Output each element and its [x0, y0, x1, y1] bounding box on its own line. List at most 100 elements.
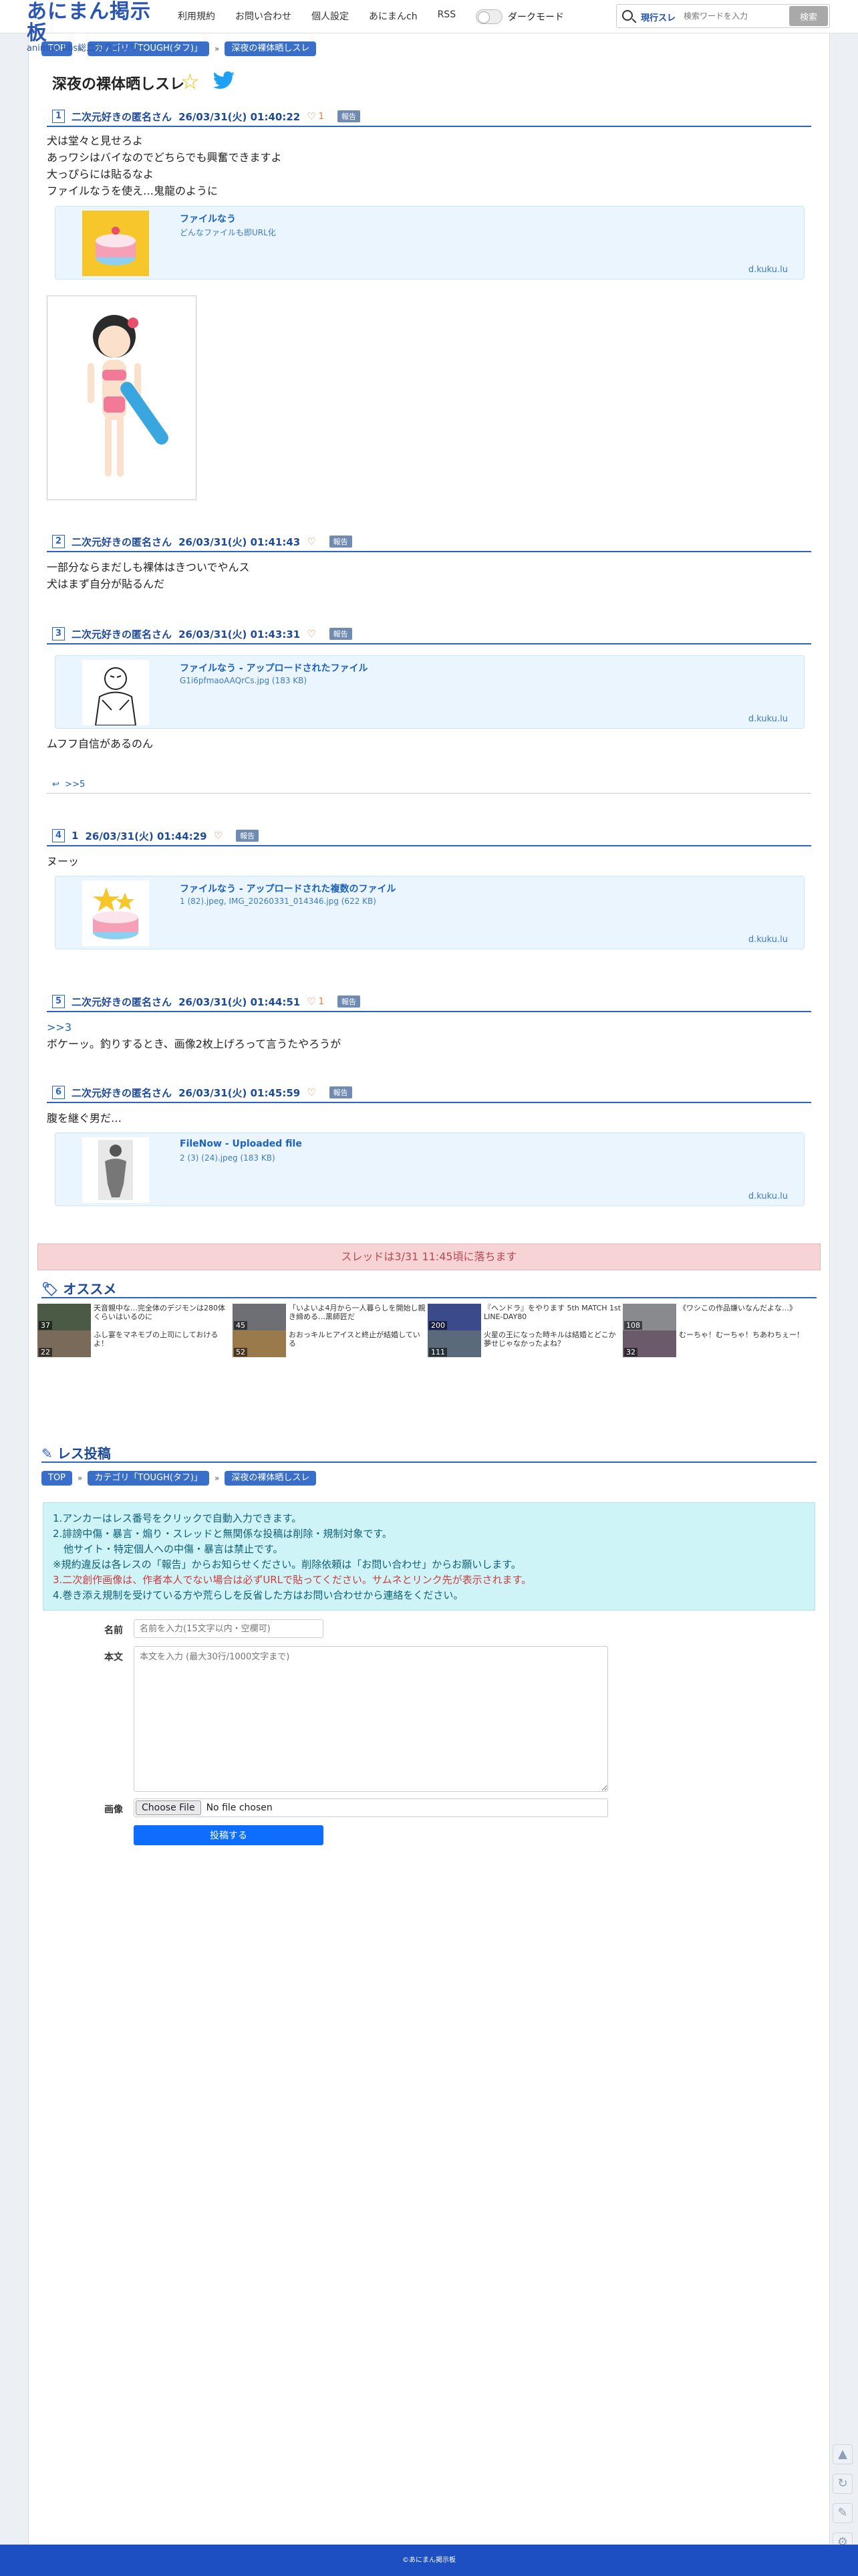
dark-mode-label: ダークモード — [508, 12, 564, 23]
recommend-thumbnail: 52 — [233, 1330, 286, 1357]
post-header: 4 1 26/03/31(火) 01:44:29 ♡ 報告 — [47, 826, 811, 846]
tag-icon: 🏷 — [41, 1281, 59, 1297]
post-line: ファイルなうを使え…鬼龍のように — [47, 185, 219, 197]
body-textarea[interactable] — [134, 1646, 608, 1792]
recommend-item[interactable]: 37 天音親中な…完全体のデジモンは280体くらいはいるのに — [37, 1304, 231, 1330]
file-domain: d.kuku.lu — [748, 935, 788, 945]
like-heart-icon[interactable]: ♡ — [307, 996, 315, 1008]
recommend-thumbnail: 22 — [37, 1330, 91, 1357]
post-header: 2 二次元好きの匿名さん 26/03/31(火) 01:41:43 ♡ 報告 — [47, 532, 811, 552]
recommend-heading: 🏷 オススメ — [41, 1278, 116, 1298]
file-description: どんなファイルも即URL化 — [180, 228, 276, 237]
breadcrumb-separator: » — [214, 1474, 220, 1483]
site-logo[interactable]: あにまん掲示板 animan bbs総二次元オンリー — [27, 1, 167, 53]
post-body: 犬は堂々と見せろよ あっワシはバイなのでどちらでも興奮できますよ 大っぴらには貼… — [47, 132, 282, 199]
post-form-heading: ✎ レス投稿 — [41, 1443, 111, 1462]
post-header: 5 二次元好きの匿名さん 26/03/31(火) 01:44:51 ♡ 1 報告 — [47, 992, 811, 1012]
post-number[interactable]: 2 — [52, 535, 65, 548]
submit-button[interactable]: 投稿する — [134, 1825, 323, 1845]
nav-settings[interactable]: 個人設定 — [311, 9, 349, 23]
recommend-text: 『ヘンドラ』をやります 5th MATCH 1st LINE-DAY80 — [484, 1304, 621, 1321]
recommend-item[interactable]: 45 「いよいよ4月から一人暮らしを開始し親き締める…黒師匠だ — [233, 1304, 426, 1330]
file-title: ファイルなう — [180, 214, 236, 225]
search-scope[interactable]: 現行スレ — [641, 11, 676, 23]
post-number[interactable]: 4 — [52, 829, 65, 842]
nav-contact[interactable]: お問い合わせ — [235, 9, 291, 23]
post-body: ムフフ自信があるのん — [47, 735, 153, 752]
post-body: >>3 ボケーッ。釣りするとき、画像2枚上げろって言うたやろうが — [47, 1019, 341, 1052]
reply-anchor[interactable]: >>3 — [47, 1019, 341, 1036]
file-description: G1i6pfmaoAAQrCs.jpg (183 KB) — [180, 676, 307, 685]
report-button[interactable]: 報告 — [329, 628, 352, 640]
scroll-top-icon[interactable]: ▲ — [833, 2444, 853, 2464]
choose-file-button[interactable]: Choose File — [136, 1800, 201, 1815]
twitter-share-icon[interactable] — [212, 71, 235, 91]
post-date: 26/03/31(火) 01:44:29 — [85, 830, 207, 842]
file-link-card[interactable]: ファイルなう どんなファイルも即URL化 d.kuku.lu — [55, 206, 805, 279]
like-heart-icon[interactable]: ♡ — [307, 110, 315, 122]
report-button[interactable]: 報告 — [337, 996, 360, 1008]
post-date: 26/03/31(火) 01:40:22 — [178, 110, 301, 123]
rule-line: ※規約違反は各レスの「報告」からお知らせください。削除依頼は「お問い合わせ」から… — [53, 1558, 521, 1570]
post-image[interactable] — [47, 296, 196, 500]
post-line: 一部分ならまだしも裸体はきついでやんス — [47, 561, 250, 574]
divider — [47, 793, 811, 794]
post-header: 6 二次元好きの匿名さん 26/03/31(火) 01:45:59 ♡ 報告 — [47, 1083, 811, 1103]
breadcrumb-thread[interactable]: 深夜の裸体晒しスレ — [225, 41, 317, 56]
rule-line: 4.巻き添え規制を受けている方や荒らしを反省した方はお問い合わせから連絡をくださ… — [53, 1589, 464, 1601]
image-label: 画像 — [104, 1804, 123, 1815]
recommend-item[interactable]: 22 ふし宴をマネモブの上司にしておけるよ！ — [37, 1330, 231, 1357]
section-rule — [41, 1461, 817, 1463]
site-footer: ©あにまん掲示板 — [0, 2545, 858, 2576]
nav-animanch[interactable]: あにまんch — [369, 9, 418, 23]
posting-rules: 1.アンカーはレス番号をクリックで自動入力できます。 2.誹謗中傷・暴言・煽り・… — [43, 1502, 815, 1611]
report-button[interactable]: 報告 — [236, 830, 259, 842]
like-count: 1 — [318, 996, 324, 1007]
write-icon[interactable]: ✎ — [833, 2503, 853, 2523]
poster-name: 1 — [72, 830, 79, 842]
post-number[interactable]: 1 — [52, 110, 65, 123]
comment-count: 32 — [624, 1348, 637, 1357]
comment-count: 37 — [39, 1321, 52, 1330]
breadcrumb-category[interactable]: カテゴリ「TOUGH(タフ)」 — [88, 1471, 210, 1486]
recommend-thumbnail: 37 — [37, 1304, 91, 1330]
report-button[interactable]: 報告 — [329, 1086, 352, 1098]
name-input[interactable] — [134, 1619, 323, 1638]
favorite-star-icon[interactable]: ☆ — [180, 70, 200, 94]
search-input[interactable] — [684, 7, 784, 25]
file-link-card[interactable]: ファイルなう - アップロードされたファイル G1i6pfmaoAAQrCs.j… — [55, 655, 805, 729]
dark-mode-toggle[interactable] — [476, 9, 503, 24]
report-button[interactable]: 報告 — [329, 536, 352, 548]
image-file-input[interactable]: Choose File No file chosen — [134, 1798, 608, 1817]
post-form-title: レス投稿 — [57, 1445, 111, 1461]
post-number[interactable]: 3 — [52, 627, 65, 640]
recommend-text: 天音親中な…完全体のデジモンは280体くらいはいるのに — [94, 1304, 225, 1321]
file-link-card[interactable]: FileNow - Uploaded file 2 (3) (24).jpeg … — [55, 1133, 805, 1206]
recommend-item[interactable]: 32 むーちゃ！むーちゃ！ちあわちぇー！ — [623, 1330, 817, 1357]
reply-anchor-link[interactable]: ↩ >>5 — [52, 780, 85, 790]
recommend-item[interactable]: 52 おおっキルヒアイスと終止が結婚している — [233, 1330, 426, 1357]
refresh-icon[interactable]: ↻ — [833, 2474, 853, 2494]
report-button[interactable]: 報告 — [337, 110, 360, 122]
nav-rss[interactable]: RSS — [438, 9, 456, 23]
recommend-text: 火星の王になった時キルは結婚とどこか夢せじゃなかったよね？ — [484, 1330, 616, 1348]
like-heart-icon[interactable]: ♡ — [214, 830, 223, 842]
like-heart-icon[interactable]: ♡ — [307, 628, 315, 640]
like-heart-icon[interactable]: ♡ — [307, 536, 315, 548]
like-heart-icon[interactable]: ♡ — [307, 1086, 315, 1098]
recommend-text: ふし宴をマネモブの上司にしておけるよ！ — [94, 1330, 219, 1348]
file-thumbnail — [82, 211, 149, 276]
breadcrumb-thread[interactable]: 深夜の裸体晒しスレ — [225, 1471, 317, 1486]
search-button[interactable]: 検索 — [789, 6, 828, 26]
breadcrumb-separator: » — [214, 44, 220, 53]
post-number[interactable]: 6 — [52, 1086, 65, 1099]
recommend-item[interactable]: 200 『ヘンドラ』をやります 5th MATCH 1st LINE-DAY80 — [428, 1304, 621, 1330]
post-line: あっワシはバイなのでどちらでも興奮できますよ — [47, 151, 282, 164]
recommend-thumbnail: 45 — [233, 1304, 286, 1330]
breadcrumb-top[interactable]: TOP — [41, 1471, 73, 1486]
recommend-item[interactable]: 111 火星の王になった時キルは結婚とどこか夢せじゃなかったよね？ — [428, 1330, 621, 1357]
nav-terms[interactable]: 利用規約 — [178, 9, 215, 23]
recommend-item[interactable]: 108 《ワシこの作品嫌いなんだよな…》 — [623, 1304, 817, 1330]
post-number[interactable]: 5 — [52, 995, 65, 1008]
file-link-card[interactable]: ファイルなう - アップロードされた複数のファイル 1 (82).jpeg, I… — [55, 876, 805, 949]
